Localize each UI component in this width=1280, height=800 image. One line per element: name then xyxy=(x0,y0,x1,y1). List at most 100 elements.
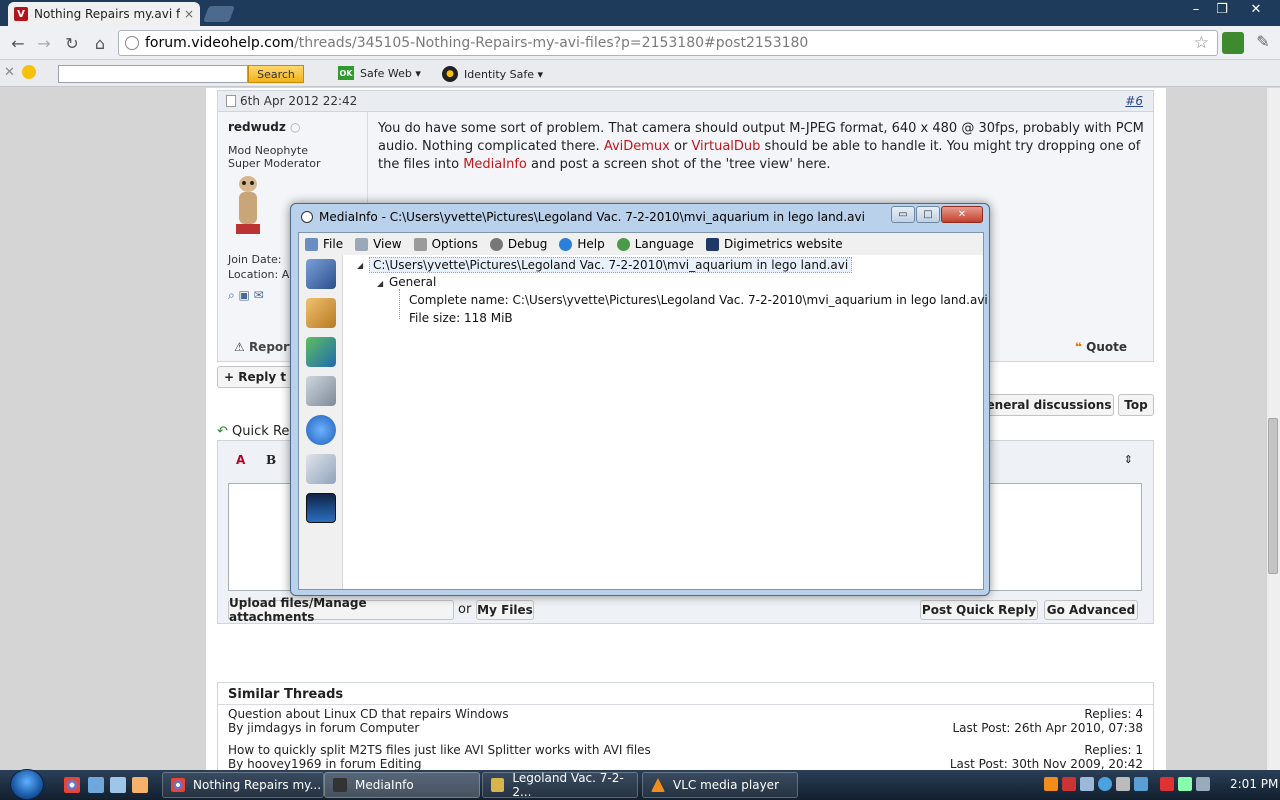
wrench-menu-icon[interactable]: ✎ xyxy=(1252,32,1274,54)
identity-safe-menu[interactable]: ● Identity Safe ▾ xyxy=(442,66,543,82)
list-item[interactable]: Question about Linux CD that repairs Win… xyxy=(218,705,1153,741)
vlc-tray-icon[interactable] xyxy=(1044,777,1058,791)
user-title: Mod Neophyte Super Moderator xyxy=(228,144,321,170)
taskbar-item-folder[interactable]: Legoland Vac. 7-2-2... xyxy=(482,771,638,799)
menu-debug[interactable]: Debug xyxy=(484,237,553,251)
page-info-icon[interactable] xyxy=(125,36,139,50)
tree-file-size[interactable]: File size: 118 MiB xyxy=(409,311,513,325)
virtualdub-link[interactable]: VirtualDub xyxy=(691,139,760,154)
go-advanced-button[interactable]: Go Advanced xyxy=(1044,600,1138,620)
volume-tray-icon[interactable] xyxy=(1196,777,1210,791)
norton-logo-icon[interactable] xyxy=(22,65,36,79)
open-folder-icon[interactable] xyxy=(306,298,336,328)
toolbar-close-icon[interactable]: ✕ xyxy=(4,65,15,80)
menu-options[interactable]: Options xyxy=(408,237,484,251)
window-minimize-button[interactable]: – xyxy=(1182,0,1210,18)
general-discussions-button[interactable]: eneral discussions xyxy=(984,394,1114,416)
window-restore-button[interactable]: ❐ xyxy=(1208,0,1236,18)
mediainfo-icon xyxy=(333,778,347,792)
globe-icon xyxy=(616,237,630,251)
menu-language[interactable]: Language xyxy=(611,237,700,251)
browser-tab[interactable]: V Nothing Repairs my.avi files × xyxy=(8,2,200,26)
tree-root-node[interactable]: C:\Users\yvette\Pictures\Legoland Vac. 7… xyxy=(369,257,853,273)
post-quick-reply-button[interactable]: Post Quick Reply xyxy=(920,600,1038,620)
forward-arrow-icon[interactable]: → xyxy=(30,29,58,57)
tree-expand-icon[interactable]: ◢ xyxy=(357,261,363,270)
norton-extension-icon[interactable] xyxy=(1222,32,1244,54)
norton-search-input[interactable] xyxy=(58,65,248,83)
safe-web-ok-icon: OK xyxy=(338,66,354,80)
menu-file[interactable]: File xyxy=(299,237,349,251)
preferences-icon[interactable] xyxy=(306,376,336,406)
tray-app-icon[interactable] xyxy=(1116,777,1130,791)
tray-app-icon[interactable] xyxy=(1134,777,1148,791)
font-color-icon[interactable]: A xyxy=(236,453,245,467)
gmail-tray-icon[interactable] xyxy=(1062,777,1076,791)
post-message: You do have some sort of problem. That c… xyxy=(378,121,1144,172)
post-number-link[interactable]: #6 xyxy=(1125,94,1143,108)
menu-view[interactable]: View xyxy=(349,237,407,251)
url-path: /threads/345105-Nothing-Repairs-my-avi-f… xyxy=(294,35,809,51)
mediainfo-link[interactable]: MediaInfo xyxy=(463,157,527,172)
desktop-quicklaunch-icon[interactable] xyxy=(88,777,104,793)
mediainfo-menubar: File View Options Debug Help Language Di… xyxy=(299,233,983,255)
back-arrow-icon[interactable]: ← xyxy=(4,29,32,57)
bookmark-star-icon[interactable]: ☆ xyxy=(1194,33,1209,53)
user-avatar xyxy=(236,176,260,234)
explorer-quicklaunch-icon[interactable] xyxy=(110,777,126,793)
list-item[interactable]: How to quickly split M2TS files just lik… xyxy=(218,741,1153,770)
taskbar-item-vlc[interactable]: VLC media player xyxy=(642,772,798,798)
tree-complete-name[interactable]: Complete name: C:\Users\yvette\Pictures\… xyxy=(409,293,988,307)
copy-files-icon[interactable] xyxy=(306,454,336,484)
mediainfo-tree-view[interactable]: ◢ C:\Users\yvette\Pictures\Legoland Vac.… xyxy=(347,255,988,585)
reload-icon[interactable]: ↻ xyxy=(58,29,86,57)
safe-web-menu[interactable]: OK Safe Web ▾ xyxy=(338,66,421,80)
bold-button[interactable]: B xyxy=(266,453,276,467)
taskbar-item-mediainfo[interactable]: MediaInfo xyxy=(324,772,480,798)
help-icon xyxy=(559,237,573,251)
norton-search-button[interactable]: Search xyxy=(248,65,304,83)
top-button[interactable]: Top xyxy=(1118,394,1154,416)
system-clock[interactable]: 2:01 PM xyxy=(1230,777,1278,791)
new-tab-button[interactable] xyxy=(203,6,235,22)
upload-files-button[interactable]: Upload files/Manage attachments xyxy=(228,596,454,624)
browser-toolbar: ← → ↻ ⌂ forum.videohelp.com/threads/3451… xyxy=(0,26,1280,60)
page-scrollbar-thumb[interactable] xyxy=(1268,418,1278,574)
tab-title: Nothing Repairs my.avi files xyxy=(34,7,180,21)
tab-close-icon[interactable]: × xyxy=(184,7,194,21)
quote-button[interactable]: ❝ Quote xyxy=(1075,340,1127,354)
menu-digimetrics[interactable]: Digimetrics website xyxy=(700,237,849,251)
mediainfo-close-button[interactable]: ✕ xyxy=(941,206,983,223)
mediainfo-maximize-button[interactable]: □ xyxy=(916,206,940,223)
mediainfo-client: File View Options Debug Help Language Di… xyxy=(298,232,988,590)
debug-icon xyxy=(489,237,503,251)
menu-help[interactable]: Help xyxy=(553,237,610,251)
digimetrics-icon xyxy=(705,237,719,251)
media-quicklaunch-icon[interactable] xyxy=(132,777,148,793)
home-icon[interactable]: ⌂ xyxy=(86,29,114,57)
username-link[interactable]: redwudz ○ xyxy=(228,120,357,134)
window-close-button[interactable]: ✕ xyxy=(1242,0,1270,18)
network-tray-icon[interactable] xyxy=(1178,777,1192,791)
start-button[interactable] xyxy=(10,769,44,800)
about-info-icon[interactable] xyxy=(306,415,336,445)
tray-warning-icon[interactable] xyxy=(1160,777,1174,791)
tree-general-node[interactable]: General xyxy=(389,275,436,289)
taskbar-item-chrome[interactable]: Nothing Repairs my... xyxy=(162,772,324,798)
resize-toggle-icon[interactable]: ⇕ xyxy=(1124,453,1133,466)
post-header: 6th Apr 2012 22:42 #6 xyxy=(217,90,1154,112)
avidemux-link[interactable]: AviDemux xyxy=(604,139,670,154)
my-files-button[interactable]: My Files xyxy=(476,600,534,620)
tree-expand-icon[interactable]: ◢ xyxy=(377,279,383,288)
user-action-icons[interactable]: ⌕ ▣ ✉ xyxy=(228,288,289,303)
open-file-icon[interactable] xyxy=(306,259,336,289)
report-button[interactable]: ⚠ Report xyxy=(234,340,295,354)
similar-threads-panel: Similar Threads Question about Linux CD … xyxy=(217,682,1154,770)
sync-tray-icon[interactable] xyxy=(1098,777,1112,791)
digimetrics-waveform-icon[interactable] xyxy=(306,493,336,523)
export-icon[interactable] xyxy=(306,337,336,367)
chrome-quicklaunch-icon[interactable] xyxy=(64,777,80,793)
tray-app-icon[interactable] xyxy=(1080,777,1094,791)
address-bar[interactable]: forum.videohelp.com/threads/345105-Nothi… xyxy=(118,30,1218,56)
mediainfo-minimize-button[interactable]: ▭ xyxy=(891,206,915,223)
